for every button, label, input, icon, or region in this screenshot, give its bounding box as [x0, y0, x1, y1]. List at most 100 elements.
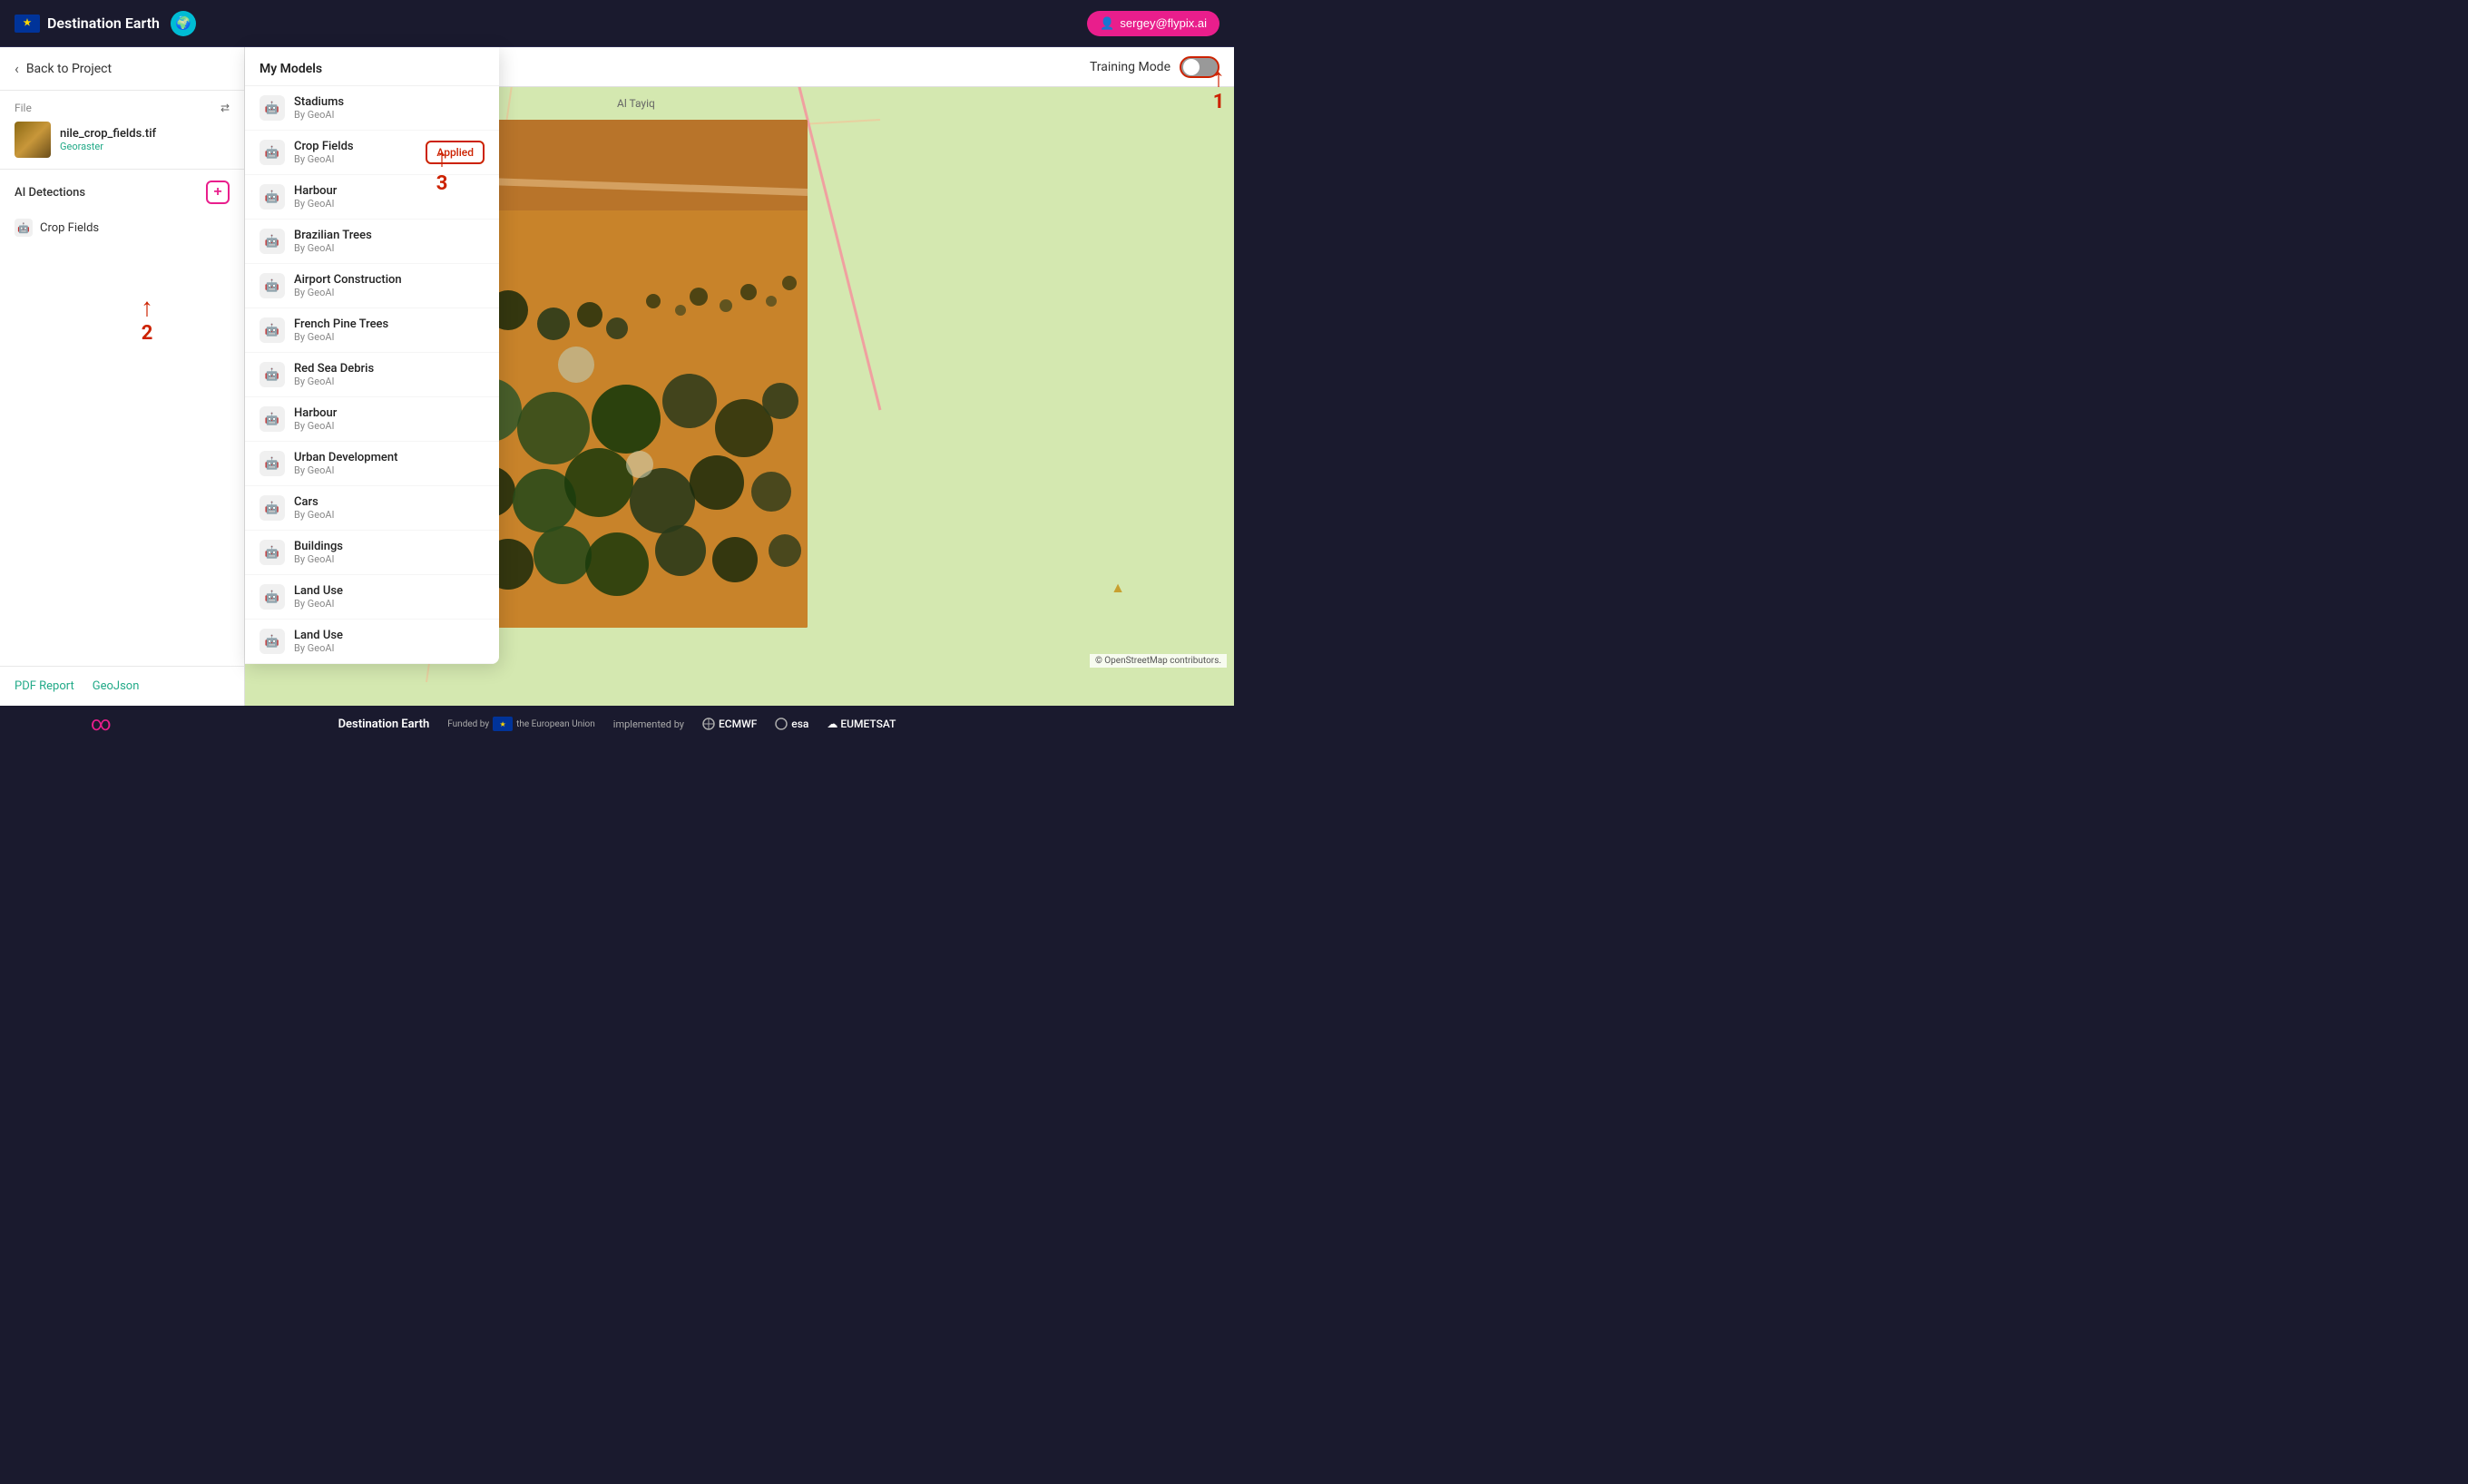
main-layout: ‹ Back to Project File ⇄ nile_crop_field… — [0, 47, 1234, 706]
model-item-urban-development[interactable]: 🤖 Urban Development By GeoAI — [245, 442, 499, 486]
toggle-knob — [1183, 59, 1200, 75]
model-by-harbour-1: By GeoAI — [294, 198, 485, 210]
eu-flag-icon: ★ — [15, 15, 40, 33]
model-by-stadiums: By GeoAI — [294, 109, 485, 121]
model-by-land-use-1: By GeoAI — [294, 598, 485, 610]
model-icon-urban-development: 🤖 — [260, 451, 285, 476]
model-by-airport-construction: By GeoAI — [294, 287, 485, 298]
model-info-red-sea-debris: Red Sea Debris By GeoAI — [294, 362, 485, 387]
eu-label: the European Union — [516, 719, 595, 729]
applied-badge: Applied — [426, 141, 485, 164]
model-info-crop-fields: Crop Fields By GeoAI — [294, 140, 426, 165]
model-by-cars: By GeoAI — [294, 509, 485, 521]
model-name-red-sea-debris: Red Sea Debris — [294, 362, 485, 376]
model-icon-buildings: 🤖 — [260, 540, 285, 565]
model-info-land-use-2: Land Use By GeoAI — [294, 629, 485, 654]
user-email: sergey@flypix.ai — [1120, 16, 1207, 30]
model-item-french-pine[interactable]: 🤖 French Pine Trees By GeoAI — [245, 308, 499, 353]
model-item-crop-fields[interactable]: 🤖 Crop Fields By GeoAI Applied — [245, 131, 499, 175]
ai-detections-label: AI Detections — [15, 186, 85, 200]
model-name-buildings: Buildings — [294, 540, 485, 553]
file-name: nile_crop_fields.tif — [60, 127, 156, 141]
model-item-airport-construction[interactable]: 🤖 Airport Construction By GeoAI — [245, 264, 499, 308]
model-by-harbour-2: By GeoAI — [294, 420, 485, 432]
globe-icon: 🌍 — [171, 11, 196, 36]
dropdown-header: My Models — [245, 47, 499, 86]
model-icon-harbour-1: 🤖 — [260, 184, 285, 210]
eu-flag-bottom: ★ — [493, 717, 513, 731]
model-item-harbour-1[interactable]: 🤖 Harbour By GeoAI — [245, 175, 499, 220]
swap-icon[interactable]: ⇄ — [220, 102, 230, 114]
model-icon-land-use-2: 🤖 — [260, 629, 285, 654]
model-item-land-use-2[interactable]: 🤖 Land Use By GeoAI — [245, 620, 499, 664]
model-item-cars[interactable]: 🤖 Cars By GeoAI — [245, 486, 499, 531]
map-triangle-marker: ▲ — [1111, 579, 1125, 597]
app-title: Destination Earth — [47, 15, 160, 32]
map-label-altayiq: Al Tayiq — [617, 97, 655, 110]
ai-section: AI Detections + 🤖 Crop Fields — [0, 170, 244, 666]
model-by-brazilian-trees: By GeoAI — [294, 242, 485, 254]
model-name-french-pine: French Pine Trees — [294, 317, 485, 331]
app-logo: ★ Destination Earth — [15, 15, 160, 33]
model-icon-brazilian-trees: 🤖 — [260, 229, 285, 254]
model-icon-french-pine: 🤖 — [260, 317, 285, 343]
model-info-buildings: Buildings By GeoAI — [294, 540, 485, 565]
model-name-airport-construction: Airport Construction — [294, 273, 485, 287]
training-mode-toggle[interactable] — [1180, 56, 1219, 78]
model-info-land-use-1: Land Use By GeoAI — [294, 584, 485, 610]
model-item-land-use-1[interactable]: 🤖 Land Use By GeoAI — [245, 575, 499, 620]
model-by-buildings: By GeoAI — [294, 553, 485, 565]
model-info-stadiums: Stadiums By GeoAI — [294, 95, 485, 121]
model-info-airport-construction: Airport Construction By GeoAI — [294, 273, 485, 298]
pdf-report-link[interactable]: PDF Report — [15, 679, 74, 693]
user-button[interactable]: 👤 sergey@flypix.ai — [1087, 11, 1219, 36]
funded-label: Funded by — [447, 719, 489, 729]
partner-esa: esa — [775, 718, 808, 730]
model-info-french-pine: French Pine Trees By GeoAI — [294, 317, 485, 343]
model-item-stadiums[interactable]: 🤖 Stadiums By GeoAI — [245, 86, 499, 131]
model-info-harbour-2: Harbour By GeoAI — [294, 406, 485, 432]
model-item-buildings[interactable]: 🤖 Buildings By GeoAI — [245, 531, 499, 575]
model-icon-harbour-2: 🤖 — [260, 406, 285, 432]
model-item-harbour-2[interactable]: 🤖 Harbour By GeoAI — [245, 397, 499, 442]
model-by-crop-fields: By GeoAI — [294, 153, 426, 165]
top-navigation: ★ Destination Earth 🌍 👤 sergey@flypix.ai — [0, 0, 1234, 47]
model-icon-land-use-1: 🤖 — [260, 584, 285, 610]
model-icon-stadiums: 🤖 — [260, 95, 285, 121]
model-item-brazilian-trees[interactable]: 🤖 Brazilian Trees By GeoAI — [245, 220, 499, 264]
file-item: nile_crop_fields.tif Georaster — [15, 122, 230, 158]
model-name-urban-development: Urban Development — [294, 451, 485, 464]
back-arrow-icon[interactable]: ‹ — [15, 60, 19, 77]
models-dropdown-panel: My Models 🤖 Stadiums By GeoAI 🤖 Crop Fie… — [245, 47, 499, 664]
training-mode-label: Training Mode — [1090, 60, 1170, 74]
model-info-harbour-1: Harbour By GeoAI — [294, 184, 485, 210]
funded-by-section: Funded by ★ the European Union — [447, 717, 595, 731]
user-icon: 👤 — [1100, 16, 1114, 31]
implemented-label: implemented by — [613, 718, 684, 730]
model-info-cars: Cars By GeoAI — [294, 495, 485, 521]
geojson-link[interactable]: GeoJson — [93, 679, 140, 693]
model-name-land-use-2: Land Use — [294, 629, 485, 642]
model-by-red-sea-debris: By GeoAI — [294, 376, 485, 387]
model-name-crop-fields: Crop Fields — [294, 140, 426, 153]
bottom-logo-text: Destination Earth — [338, 718, 430, 731]
partner-ecmwf: ECMWF — [702, 718, 757, 730]
model-name-brazilian-trees: Brazilian Trees — [294, 229, 485, 242]
model-by-land-use-2: By GeoAI — [294, 642, 485, 654]
detection-item: 🤖 Crop Fields — [15, 213, 230, 242]
model-item-red-sea-debris[interactable]: 🤖 Red Sea Debris By GeoAI — [245, 353, 499, 397]
sidebar: ‹ Back to Project File ⇄ nile_crop_field… — [0, 47, 245, 706]
model-info-brazilian-trees: Brazilian Trees By GeoAI — [294, 229, 485, 254]
osm-credit: © OpenStreetMap contributors. — [1090, 654, 1227, 668]
back-to-project-link[interactable]: Back to Project — [26, 62, 112, 76]
model-icon-cars: 🤖 — [260, 495, 285, 521]
add-detection-button[interactable]: + — [206, 181, 230, 204]
file-thumbnail — [15, 122, 51, 158]
file-section: File ⇄ nile_crop_fields.tif Georaster — [0, 91, 244, 170]
bottom-bar: ∞ Destination Earth Funded by ★ the Euro… — [0, 706, 1234, 742]
file-label: File ⇄ — [15, 102, 230, 114]
detection-name: Crop Fields — [40, 221, 99, 235]
file-source: Georaster — [60, 141, 156, 152]
ai-header: AI Detections + — [15, 181, 230, 204]
sidebar-footer: PDF Report GeoJson — [0, 666, 244, 706]
